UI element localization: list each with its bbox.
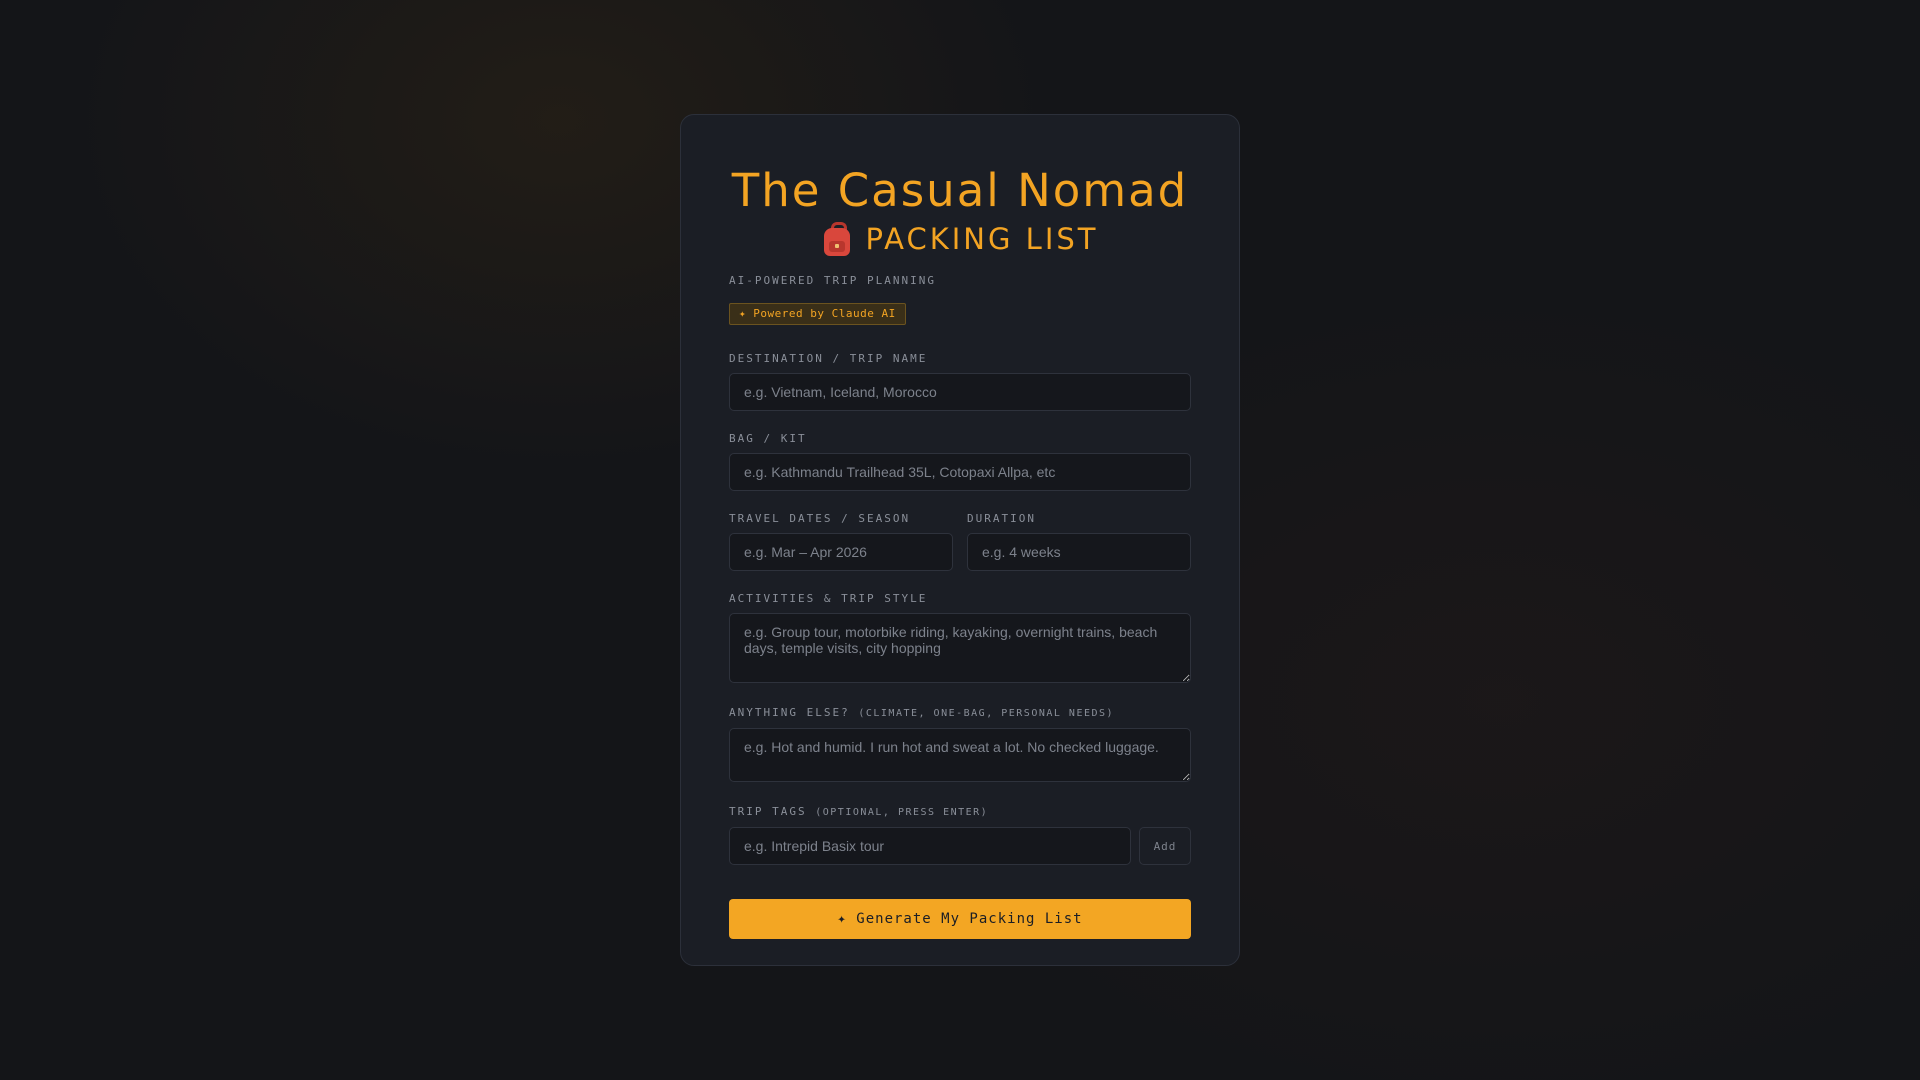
page-subtitle: PACKING LIST	[729, 219, 1191, 259]
destination-field-group: DESTINATION / TRIP NAME	[729, 351, 1191, 411]
dates-input[interactable]	[729, 533, 953, 571]
activities-textarea[interactable]	[729, 613, 1191, 683]
notes-label-hint: (CLIMATE, ONE-BAG, PERSONAL NEEDS)	[858, 708, 1115, 719]
tags-field-group: TRIP TAGS (OPTIONAL, PRESS ENTER) Add	[729, 804, 1191, 865]
activities-label: ACTIVITIES & TRIP STYLE	[729, 592, 928, 605]
tags-input-row: Add	[729, 827, 1191, 865]
tagline: AI-POWERED TRIP PLANNING	[729, 274, 936, 287]
powered-by-badge: ✦ Powered by Claude AI	[729, 303, 906, 325]
packing-form-card: The Casual Nomad PACKING LIST AI-POWERED…	[680, 114, 1240, 966]
tags-label-hint: (OPTIONAL, PRESS ENTER)	[815, 807, 989, 818]
dates-field-group: TRAVEL DATES / SEASON	[729, 511, 953, 571]
notes-label-text: ANYTHING ELSE?	[729, 706, 850, 719]
generate-packing-list-button[interactable]: ✦ Generate My Packing List	[729, 899, 1191, 939]
dates-duration-row: TRAVEL DATES / SEASON DURATION	[729, 511, 1191, 571]
destination-label: DESTINATION / TRIP NAME	[729, 352, 928, 365]
duration-label: DURATION	[967, 512, 1036, 525]
notes-textarea[interactable]	[729, 728, 1191, 782]
bag-field-group: BAG / KIT	[729, 431, 1191, 491]
bag-input[interactable]	[729, 453, 1191, 491]
subtitle-text: PACKING LIST	[865, 222, 1099, 256]
duration-input[interactable]	[967, 533, 1191, 571]
activities-field-group: ACTIVITIES & TRIP STYLE	[729, 591, 1191, 683]
dates-label: TRAVEL DATES / SEASON	[729, 512, 911, 525]
notes-field-group: ANYTHING ELSE? (CLIMATE, ONE-BAG, PERSON…	[729, 705, 1191, 782]
bag-label: BAG / KIT	[729, 432, 807, 445]
tags-input[interactable]	[729, 827, 1131, 865]
tags-label-text: TRIP TAGS	[729, 805, 807, 818]
add-tag-button[interactable]: Add	[1139, 827, 1191, 865]
notes-label: ANYTHING ELSE? (CLIMATE, ONE-BAG, PERSON…	[729, 705, 1191, 722]
duration-field-group: DURATION	[967, 511, 1191, 571]
tags-label: TRIP TAGS (OPTIONAL, PRESS ENTER)	[729, 804, 1191, 821]
backpack-icon	[822, 222, 852, 256]
destination-input[interactable]	[729, 373, 1191, 411]
app-title: The Casual Nomad	[731, 164, 1189, 217]
